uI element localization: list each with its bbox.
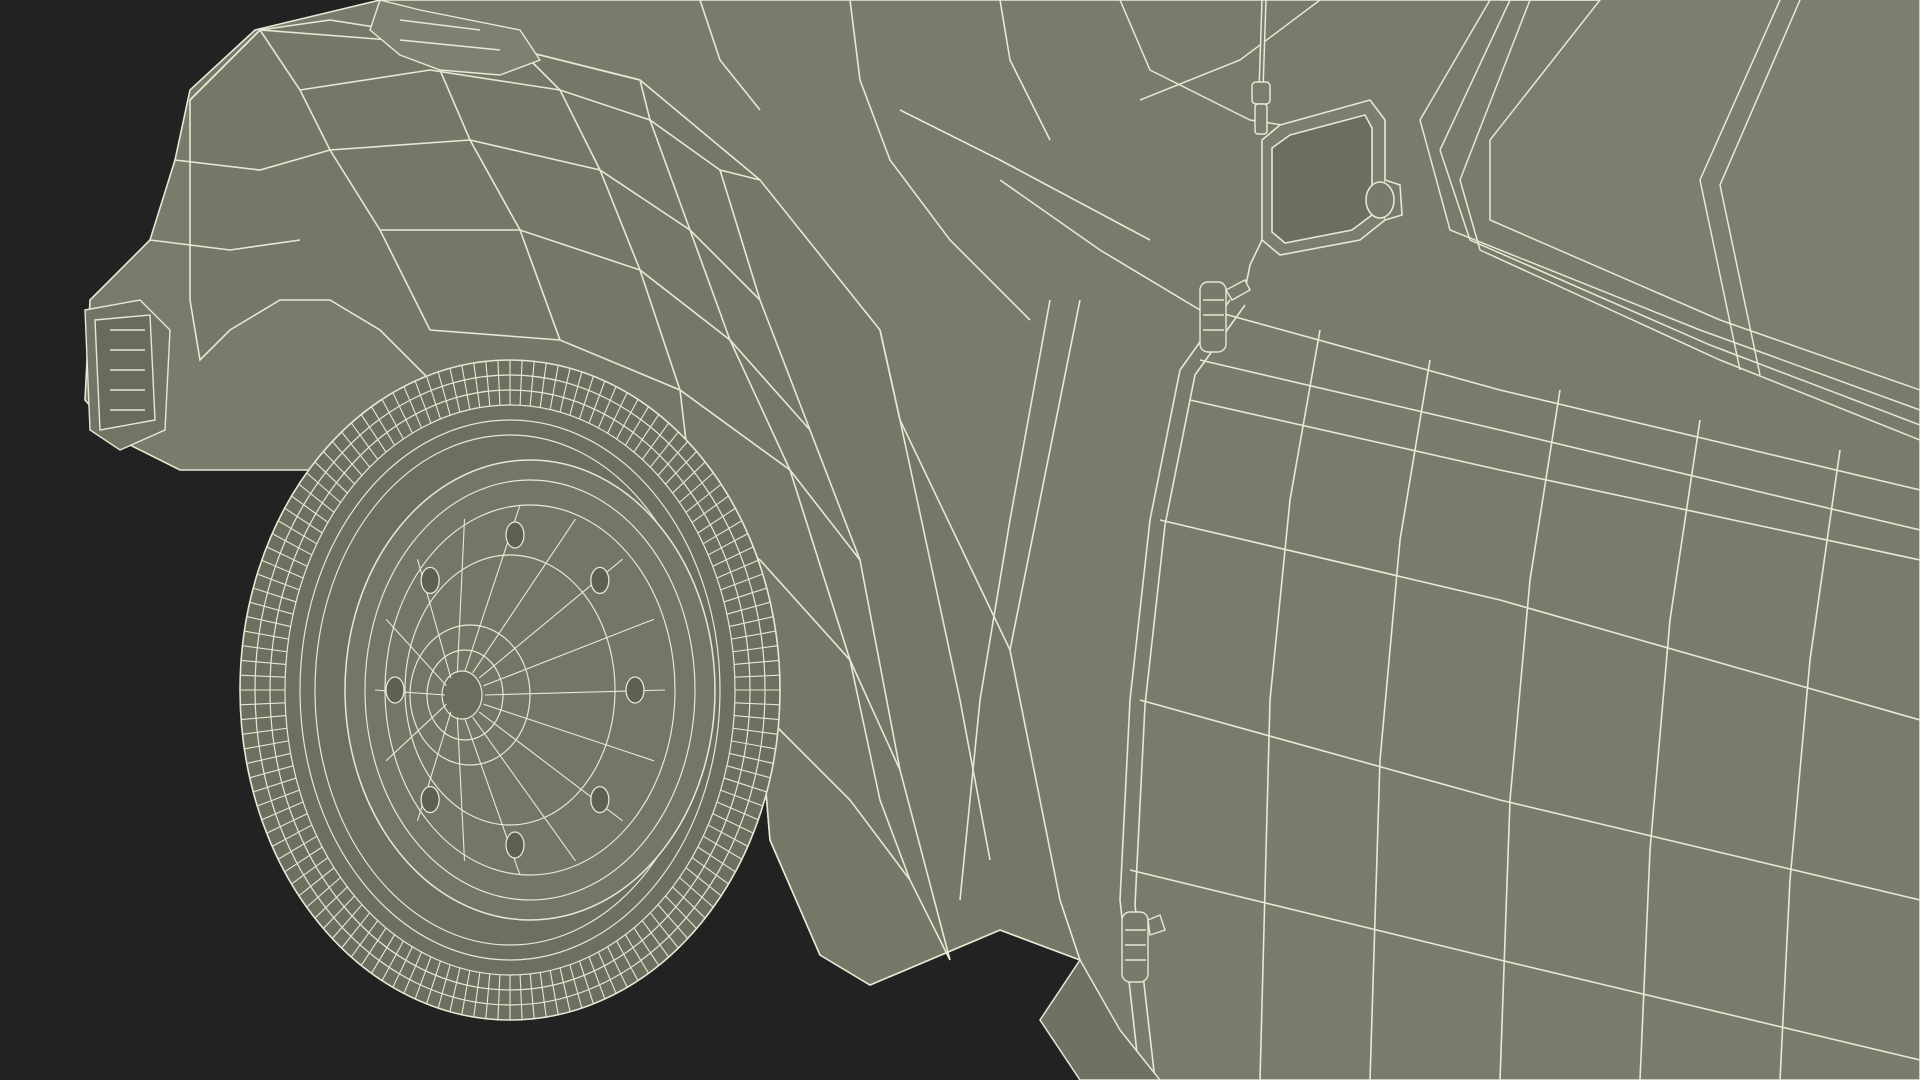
hub-hole [505,831,525,859]
wheel-hub [344,459,716,921]
hub-hole [420,785,440,814]
hub-hole [420,566,440,595]
hub-hole [385,676,405,704]
hub-hole [625,676,645,704]
car-wireframe-scene [0,0,1920,1080]
hub-hole [590,785,610,814]
hub-hole [590,566,610,595]
hub-hole [505,521,525,549]
wireframe-render-viewport [0,0,1920,1080]
